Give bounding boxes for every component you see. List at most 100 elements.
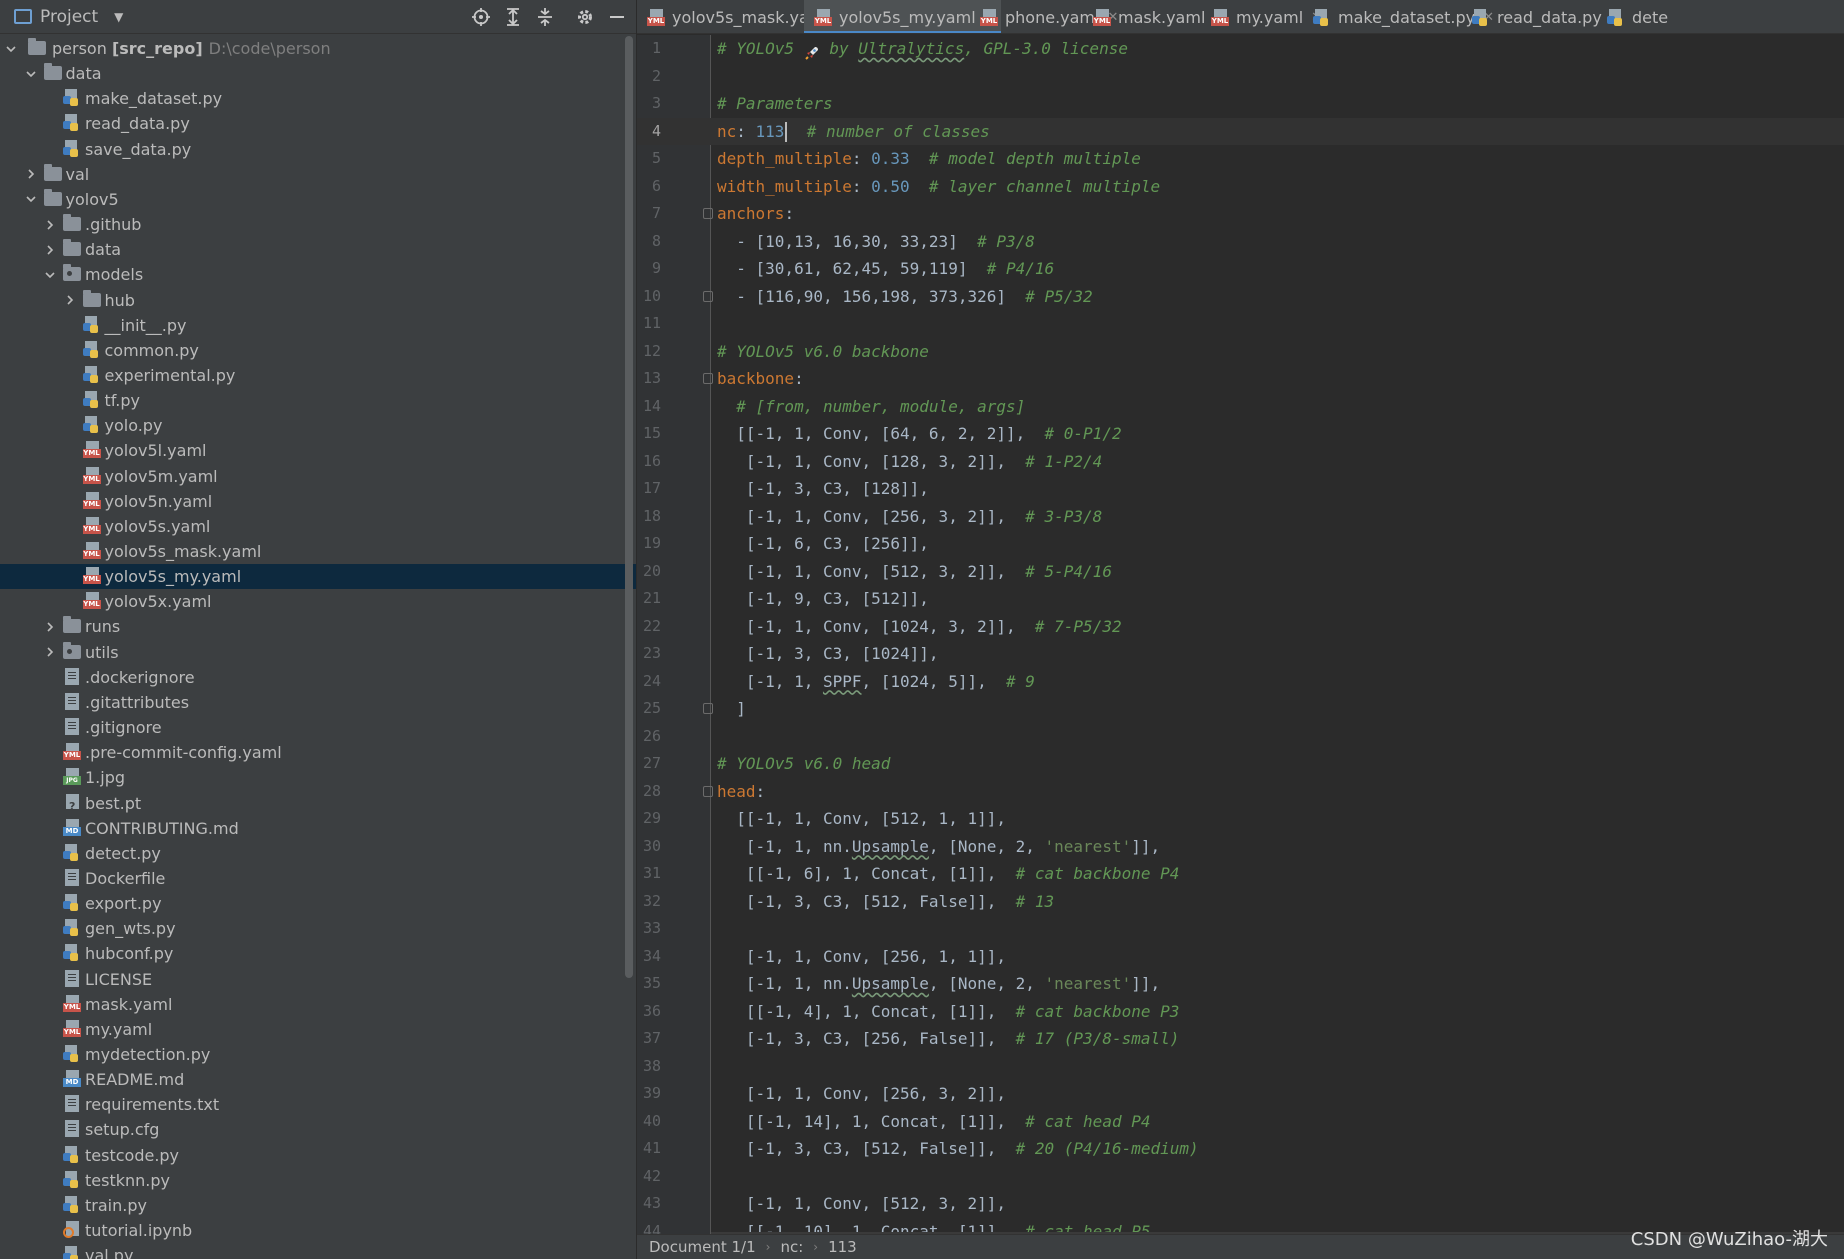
tree-item[interactable]: make_dataset.py — [0, 86, 636, 111]
tree-item[interactable]: hubconf.py — [0, 941, 636, 966]
chevron-down-icon[interactable]: ▼ — [114, 10, 123, 24]
breadcrumb-key[interactable]: nc: — [780, 1238, 803, 1256]
tree-item[interactable]: YML yolov5m.yaml — [0, 464, 636, 489]
breadcrumb-document[interactable]: Document 1/1 — [649, 1238, 756, 1256]
code-line[interactable]: 2 — [637, 63, 1844, 91]
code-line[interactable]: 24 [-1, 1, SPPF, [1024, 5]], # 9 — [637, 668, 1844, 696]
tree-item[interactable]: mydetection.py — [0, 1042, 636, 1067]
tree-item[interactable]: __init__.py — [0, 313, 636, 338]
collapse-all-icon[interactable] — [532, 4, 558, 30]
tree-item[interactable]: train.py — [0, 1193, 636, 1218]
chevron-right-icon[interactable] — [24, 167, 38, 181]
tree-item[interactable]: YML yolov5s.yaml — [0, 514, 636, 539]
code-line[interactable]: 23 [-1, 3, C3, [1024]], — [637, 640, 1844, 668]
code-line[interactable]: 32 [-1, 3, C3, [512, False]], # 13 — [637, 888, 1844, 916]
code-line[interactable]: 39 [-1, 1, Conv, [256, 3, 2]], — [637, 1080, 1844, 1108]
tree-item[interactable]: setup.cfg — [0, 1117, 636, 1142]
code-line[interactable]: 19 [-1, 6, C3, [256]], — [637, 530, 1844, 558]
tree-item[interactable]: Dockerfile — [0, 866, 636, 891]
tree-item[interactable]: YML yolov5x.yaml — [0, 589, 636, 614]
code-line[interactable]: 36 [[-1, 4], 1, Concat, [1]], # cat back… — [637, 998, 1844, 1026]
chevron-down-icon[interactable] — [43, 268, 57, 282]
tree-item[interactable]: MD README.md — [0, 1067, 636, 1092]
code-line[interactable]: 31 [[-1, 6], 1, Concat, [1]], # cat back… — [637, 860, 1844, 888]
breadcrumb-value[interactable]: 113 — [828, 1238, 857, 1256]
tree-item[interactable]: detect.py — [0, 841, 636, 866]
code-line[interactable]: 34 [-1, 1, Conv, [256, 1, 1]], — [637, 943, 1844, 971]
tree-item[interactable]: save_data.py — [0, 137, 636, 162]
code-line[interactable]: 16 [-1, 1, Conv, [128, 3, 2]], # 1-P2/4 — [637, 448, 1844, 476]
code-line[interactable]: 20 [-1, 1, Conv, [512, 3, 2]], # 5-P4/16 — [637, 558, 1844, 586]
code-line[interactable]: 38 — [637, 1053, 1844, 1081]
tree-item[interactable]: testknn.py — [0, 1168, 636, 1193]
code-line[interactable]: 5 depth_multiple: 0.33 # model depth mult… — [637, 145, 1844, 173]
tree-item[interactable]: JPG 1.jpg — [0, 765, 636, 790]
minimize-icon[interactable] — [604, 4, 630, 30]
fold-marker-icon[interactable] — [703, 208, 713, 219]
code-line[interactable]: 43 [-1, 1, Conv, [512, 3, 2]], — [637, 1190, 1844, 1218]
tree-item[interactable]: read_data.py — [0, 111, 636, 136]
tree-item[interactable]: YML my.yaml — [0, 1017, 636, 1042]
tree-item[interactable]: .dockerignore — [0, 665, 636, 690]
tree-item[interactable]: LICENSE — [0, 967, 636, 992]
code-line[interactable]: 26 — [637, 723, 1844, 751]
code-line[interactable]: 11 — [637, 310, 1844, 338]
chevron-down-icon[interactable] — [24, 192, 38, 206]
tree-item[interactable]: YML yolov5s_mask.yaml — [0, 539, 636, 564]
code-line[interactable]: 14 # [from, number, module, args] — [637, 393, 1844, 421]
code-line[interactable]: 37 [-1, 3, C3, [256, False]], # 17 (P3/8… — [637, 1025, 1844, 1053]
locate-icon[interactable] — [468, 4, 494, 30]
code-line[interactable]: 33 — [637, 915, 1844, 943]
code-line[interactable]: 8 - [10,13, 16,30, 33,23] # P3/8 — [637, 228, 1844, 256]
tree-item[interactable]: experimental.py — [0, 363, 636, 388]
code-line[interactable]: 12 # YOLOv5 v6.0 backbone — [637, 338, 1844, 366]
tree-item[interactable]: data — [0, 61, 636, 86]
code-editor[interactable]: 1 # YOLOv5 by Ultralytics, GPL-3.0 licens… — [637, 35, 1844, 1234]
tree-item[interactable]: testcode.py — [0, 1143, 636, 1168]
tree-item[interactable]: val.py — [0, 1243, 636, 1259]
code-line[interactable]: 42 — [637, 1163, 1844, 1191]
expand-all-icon[interactable] — [500, 4, 526, 30]
chevron-right-icon[interactable] — [43, 218, 57, 232]
tree-item[interactable]: export.py — [0, 891, 636, 916]
code-line[interactable]: 10 - [116,90, 156,198, 373,326] # P5/32 — [637, 283, 1844, 311]
tree-item[interactable]: yolo.py — [0, 413, 636, 438]
tree-item[interactable]: gen_wts.py — [0, 916, 636, 941]
code-line[interactable]: 27 # YOLOv5 v6.0 head — [637, 750, 1844, 778]
code-line[interactable]: 35 [-1, 1, nn.Upsample, [None, 2, 'neare… — [637, 970, 1844, 998]
chevron-down-icon[interactable] — [4, 42, 18, 56]
code-line[interactable]: 13 backbone: — [637, 365, 1844, 393]
chevron-right-icon[interactable] — [43, 645, 57, 659]
code-line[interactable]: 15 [[-1, 1, Conv, [64, 6, 2, 2]], # 0-P1… — [637, 420, 1844, 448]
code-line[interactable]: 17 [-1, 3, C3, [128]], — [637, 475, 1844, 503]
editor-tab[interactable]: dete — [1597, 0, 1668, 33]
tree-item[interactable]: runs — [0, 614, 636, 639]
fold-marker-icon[interactable] — [703, 785, 713, 797]
code-line[interactable]: 4 nc: 113 # number of classes — [637, 117, 1844, 145]
chevron-down-icon[interactable] — [24, 67, 38, 81]
gear-icon[interactable] — [572, 4, 598, 30]
code-line[interactable]: 7 anchors: — [637, 200, 1844, 228]
tree-item[interactable]: YML yolov5n.yaml — [0, 489, 636, 514]
tree-item[interactable]: YML yolov5l.yaml — [0, 438, 636, 463]
tree-item[interactable]: tutorial.ipynb — [0, 1218, 636, 1243]
chevron-right-icon[interactable] — [63, 293, 77, 307]
tree-item[interactable]: tf.py — [0, 388, 636, 413]
tree-item[interactable]: val — [0, 162, 636, 187]
tree-item[interactable]: .gitattributes — [0, 690, 636, 715]
tree-item[interactable]: MD CONTRIBUTING.md — [0, 816, 636, 841]
tree-item[interactable]: hub — [0, 288, 636, 313]
code-line[interactable]: 30 [-1, 1, nn.Upsample, [None, 2, 'neare… — [637, 833, 1844, 861]
tree-item[interactable]: models — [0, 262, 636, 287]
tree-item[interactable]: ? best.pt — [0, 791, 636, 816]
tree-item[interactable]: YML yolov5s_my.yaml — [0, 564, 636, 590]
code-line[interactable]: 21 [-1, 9, C3, [512]], — [637, 585, 1844, 613]
tree-item[interactable]: yolov5 — [0, 187, 636, 212]
tree-item[interactable]: common.py — [0, 338, 636, 363]
tree-item[interactable]: YML mask.yaml — [0, 992, 636, 1017]
code-line[interactable]: 18 [-1, 1, Conv, [256, 3, 2]], # 3-P3/8 — [637, 503, 1844, 531]
code-line[interactable]: 40 [[-1, 14], 1, Concat, [1]], # cat hea… — [637, 1108, 1844, 1136]
code-line[interactable]: 28 head: — [637, 778, 1844, 806]
project-scrollbar[interactable] — [625, 36, 633, 978]
fold-marker-icon[interactable] — [703, 290, 713, 302]
